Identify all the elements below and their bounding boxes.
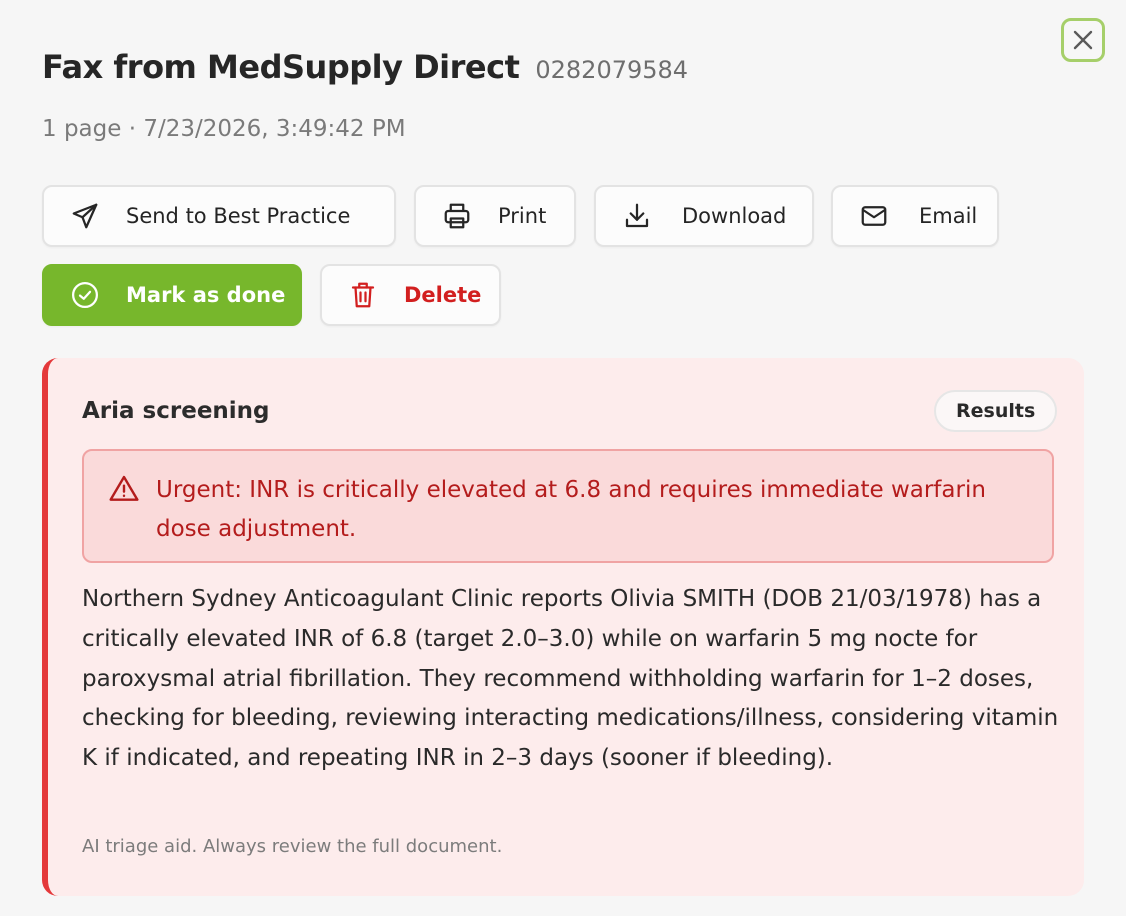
mail-icon (857, 199, 891, 233)
print-button[interactable]: Print (414, 185, 576, 247)
email-button-label: Email (919, 204, 978, 228)
delete-button[interactable]: Delete (320, 264, 501, 326)
fax-number: 0282079584 (535, 56, 689, 84)
fax-meta: 1 page · 7/23/2026, 3:49:42 PM (42, 116, 406, 142)
printer-icon (440, 199, 474, 233)
fax-header: Fax from MedSupply Direct 0282079584 (42, 48, 688, 86)
send-button-label: Send to Best Practice (126, 204, 351, 228)
send-icon (68, 199, 102, 233)
delete-label: Delete (404, 283, 482, 307)
print-button-label: Print (498, 204, 547, 228)
page-title: Fax from MedSupply Direct (42, 48, 520, 86)
screening-title: Aria screening (82, 398, 270, 424)
download-button-label: Download (682, 204, 787, 228)
screening-summary: Northern Sydney Anticoagulant Clinic rep… (82, 586, 1059, 772)
mark-as-done-button[interactable]: Mark as done (42, 264, 302, 326)
close-button[interactable] (1061, 18, 1105, 62)
trash-icon (346, 278, 380, 312)
send-to-best-practice-button[interactable]: Send to Best Practice (42, 185, 396, 247)
aria-screening-panel: Aria screening Results Urgent: INR is cr… (42, 358, 1084, 896)
email-button[interactable]: Email (831, 185, 999, 247)
urgent-alert: Urgent: INR is critically elevated at 6.… (82, 449, 1054, 563)
mark-as-done-label: Mark as done (126, 283, 286, 307)
download-icon (620, 199, 654, 233)
close-icon (1072, 29, 1094, 51)
results-button[interactable]: Results (934, 390, 1058, 432)
warning-triangle-icon (108, 473, 140, 509)
ai-disclaimer: AI triage aid. Always review the full do… (82, 836, 503, 857)
urgent-message: Urgent: INR is critically elevated at 6.… (156, 477, 986, 542)
download-button[interactable]: Download (594, 185, 814, 247)
check-circle-icon (68, 278, 102, 312)
